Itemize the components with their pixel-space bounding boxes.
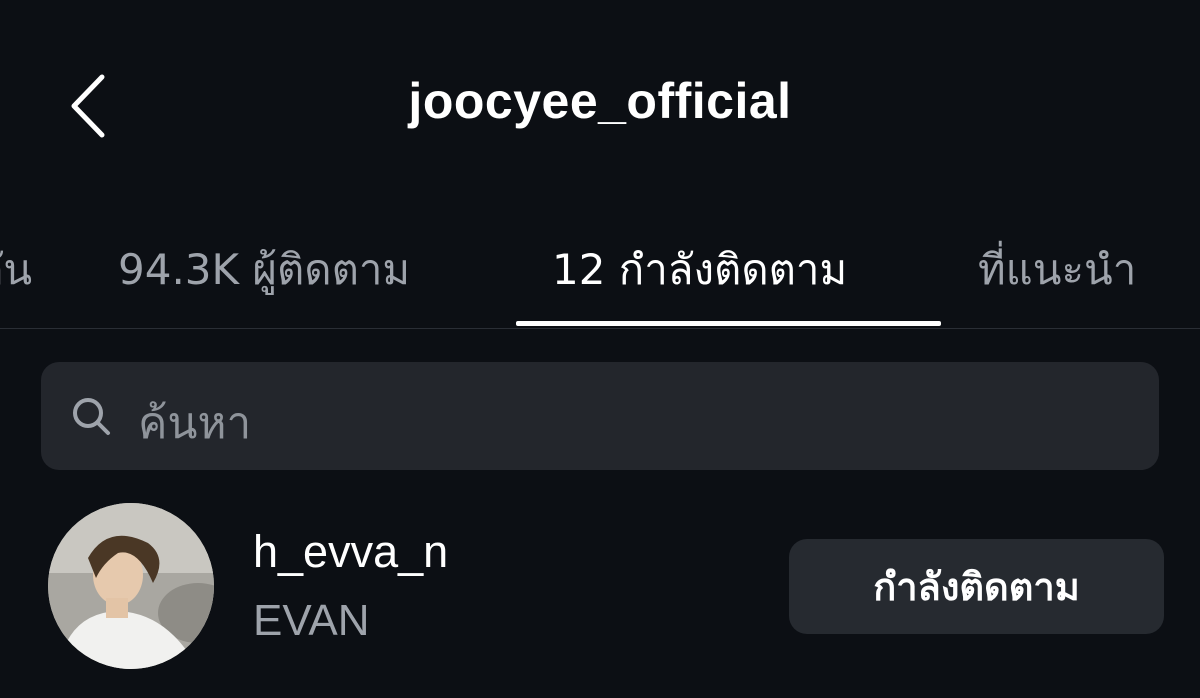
tab-bar: กัน 94.3K ผู้ติดตาม 12 กำลังติดตาม ที่แน… [0, 225, 1200, 329]
page-title: joocyee_official [408, 73, 792, 129]
following-button[interactable]: กำลังติดตาม [789, 539, 1164, 634]
tab-following[interactable]: 12 กำลังติดตาม [552, 237, 847, 303]
tab-divider [0, 328, 1200, 329]
tab-mutual[interactable]: กัน [0, 237, 32, 303]
following-button-label: กำลังติดตาม [873, 565, 1080, 609]
header-bar: joocyee_official [0, 0, 1200, 210]
avatar[interactable] [48, 503, 214, 669]
full-name: EVAN [253, 596, 370, 645]
list-item[interactable]: h_evva_n EVAN กำลังติดตาม [0, 500, 1200, 680]
avatar-photo [48, 503, 214, 669]
username[interactable]: h_evva_n [253, 526, 448, 578]
search-icon [73, 398, 110, 435]
tab-followers[interactable]: 94.3K ผู้ติดตาม [118, 237, 410, 303]
tab-suggested[interactable]: ที่แนะนำ [978, 237, 1136, 303]
search-placeholder: ค้นหา [138, 398, 252, 449]
active-tab-indicator [516, 321, 941, 326]
